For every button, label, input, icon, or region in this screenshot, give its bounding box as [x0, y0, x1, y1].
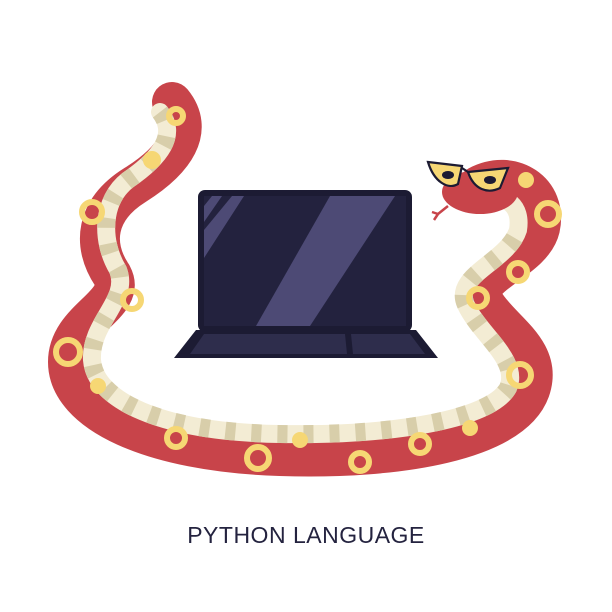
snake-head — [426, 160, 518, 221]
snake-eye — [442, 171, 454, 179]
python-illustration — [47, 82, 562, 477]
laptop-keyboard-area — [190, 334, 347, 354]
snake-eye — [484, 176, 496, 184]
snake-tongue-icon — [431, 205, 449, 221]
laptop — [174, 190, 438, 358]
caption-title: PYTHON LANGUAGE — [187, 522, 425, 548]
laptop-camera-notch — [290, 190, 322, 196]
